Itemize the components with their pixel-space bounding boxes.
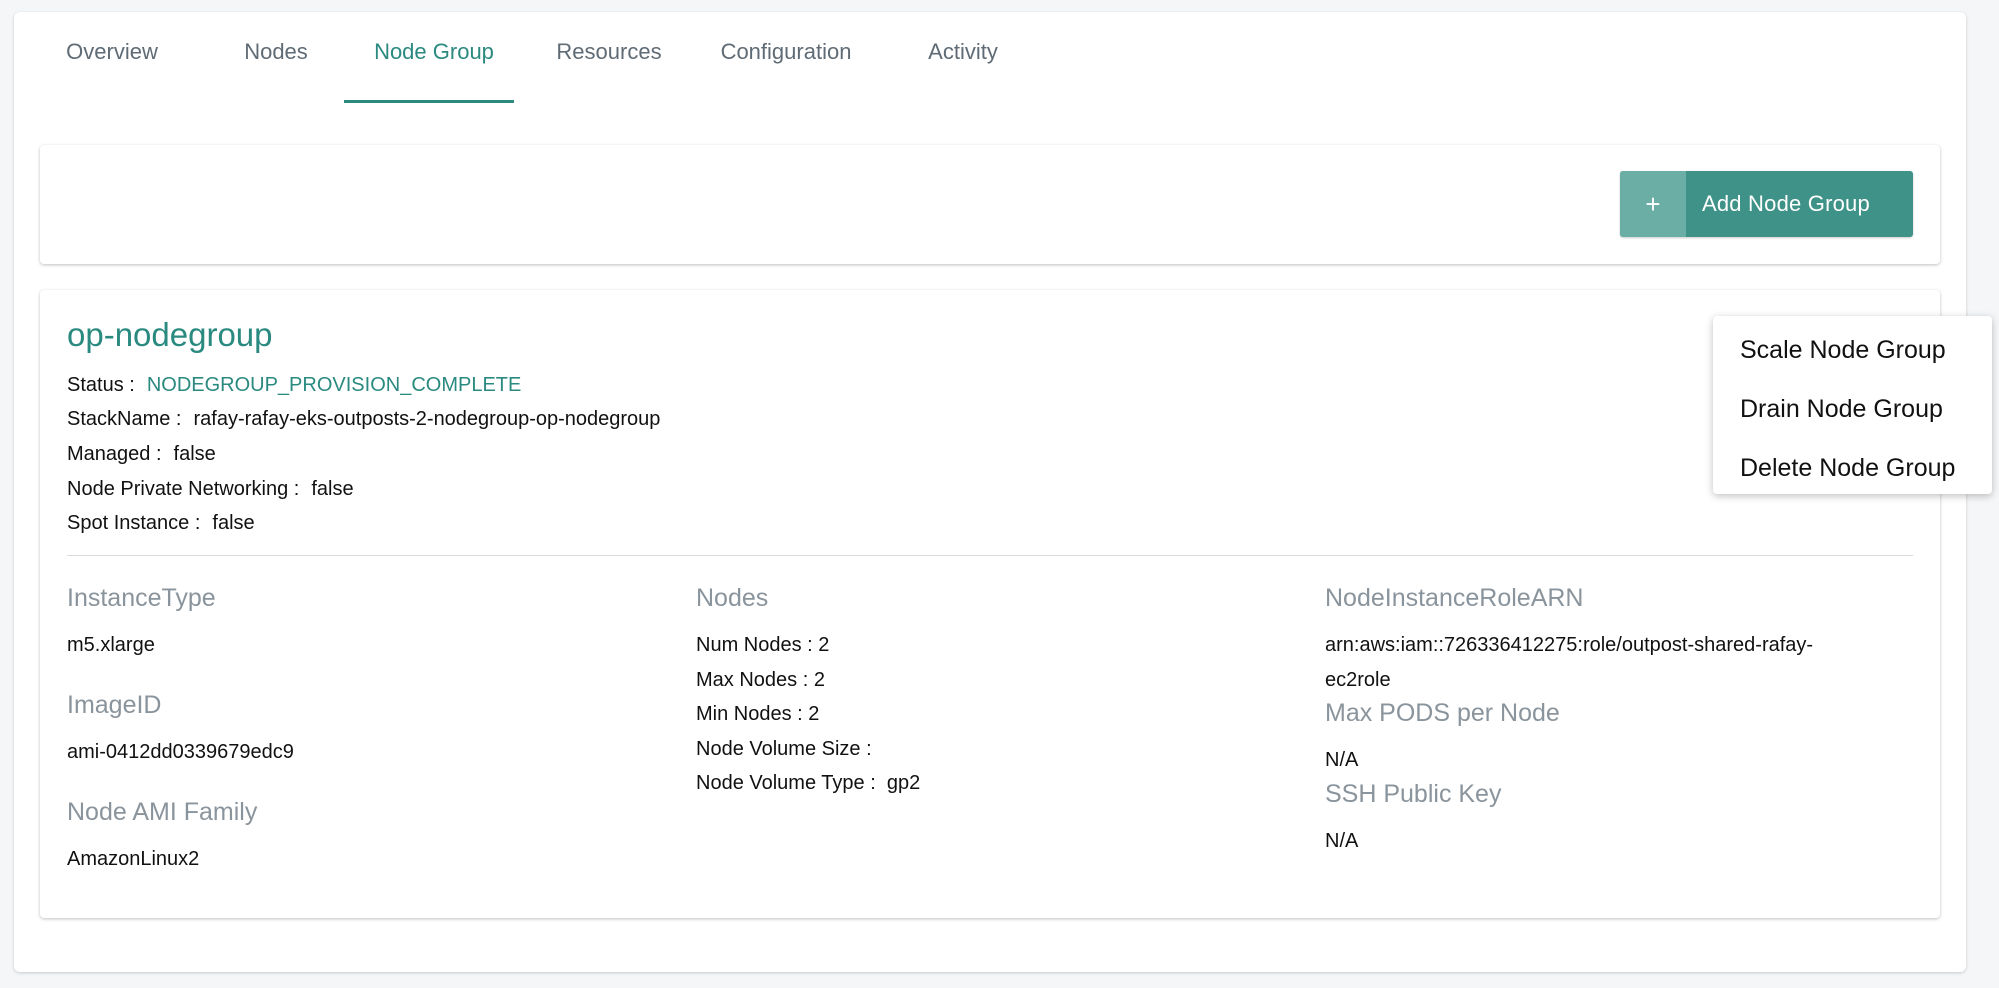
instance-type-heading: InstanceType: [67, 584, 216, 612]
node-volume-type-value: gp2: [886, 772, 921, 794]
tab-configuration[interactable]: Configuration: [696, 12, 876, 104]
role-arn-value-line1: arn:aws:iam::726336412275:role/outpost-s…: [1325, 634, 1814, 656]
scale-node-group-menu-item[interactable]: Scale Node Group: [1713, 326, 1992, 385]
plus-icon: +: [1620, 171, 1686, 237]
max-nodes: Max Nodes : 2: [696, 669, 825, 691]
ami-family-heading: Node AMI Family: [67, 798, 258, 826]
num-nodes: Num Nodes : 2: [696, 634, 830, 656]
stackname-row: StackName : rafay-rafay-eks-outposts-2-no…: [67, 408, 660, 431]
node-group-card: op-nodegroup Status : NODEGROUP_PROVISION…: [40, 290, 1940, 918]
max-pods-heading: Max PODS per Node: [1325, 699, 1560, 727]
add-node-group-label: Add Node Group: [1702, 191, 1870, 216]
divider: [67, 555, 1913, 556]
node-group-toolbar: + Add Node Group: [40, 145, 1940, 264]
managed-row: Managed : false: [67, 443, 216, 466]
spot-instance-key: Spot Instance :: [67, 512, 201, 534]
stackname-value: rafay-rafay-eks-outposts-2-nodegroup-op-…: [193, 408, 661, 430]
tab-resources[interactable]: Resources: [536, 12, 682, 104]
ssh-key-heading: SSH Public Key: [1325, 780, 1502, 808]
spot-instance-row: Spot Instance : false: [67, 512, 255, 535]
tab-activity[interactable]: Activity: [904, 12, 1022, 104]
add-node-group-button[interactable]: + Add Node Group: [1620, 171, 1913, 237]
private-networking-key: Node Private Networking :: [67, 478, 300, 500]
tab-bar: Overview Nodes Node Group Resources Conf…: [14, 12, 1966, 104]
min-nodes: Min Nodes : 2: [696, 703, 820, 725]
private-networking-value: false: [311, 478, 354, 500]
tab-node-group[interactable]: Node Group: [364, 12, 504, 104]
nodes-heading: Nodes: [696, 584, 769, 612]
managed-key: Managed :: [67, 443, 162, 465]
drain-node-group-menu-item[interactable]: Drain Node Group: [1713, 385, 1992, 444]
ami-family-value: AmazonLinux2: [67, 848, 200, 870]
active-tab-indicator: [344, 100, 514, 103]
image-id-heading: ImageID: [67, 691, 162, 719]
stackname-key: StackName :: [67, 408, 182, 430]
role-arn-heading: NodeInstanceRoleARN: [1325, 584, 1584, 612]
role-arn-value-line2: ec2role: [1325, 669, 1391, 691]
delete-node-group-menu-item[interactable]: Delete Node Group: [1713, 444, 1992, 503]
tab-overview[interactable]: Overview: [42, 12, 182, 104]
status-badge: NODEGROUP_PROVISION_COMPLETE: [146, 374, 522, 396]
spot-instance-value: false: [212, 512, 255, 534]
instance-type-value: m5.xlarge: [67, 634, 155, 656]
node-volume-size: Node Volume Size :: [696, 738, 872, 760]
status-key: Status :: [67, 374, 135, 396]
ssh-key-value: N/A: [1325, 830, 1359, 852]
node-volume-type-key: Node Volume Type :: [696, 772, 876, 794]
node-group-actions-menu: Scale Node Group Drain Node Group Delete…: [1713, 316, 1992, 494]
node-group-name: op-nodegroup: [67, 316, 273, 353]
private-networking-row: Node Private Networking : false: [67, 478, 354, 501]
image-id-value: ami-0412dd0339679edc9: [67, 741, 294, 763]
max-pods-value: N/A: [1325, 749, 1359, 771]
node-volume-type-row: Node Volume Type : gp2: [696, 772, 920, 795]
managed-value: false: [173, 443, 216, 465]
tab-nodes[interactable]: Nodes: [207, 12, 345, 104]
status-row: Status : NODEGROUP_PROVISION_COMPLETE: [67, 374, 521, 397]
